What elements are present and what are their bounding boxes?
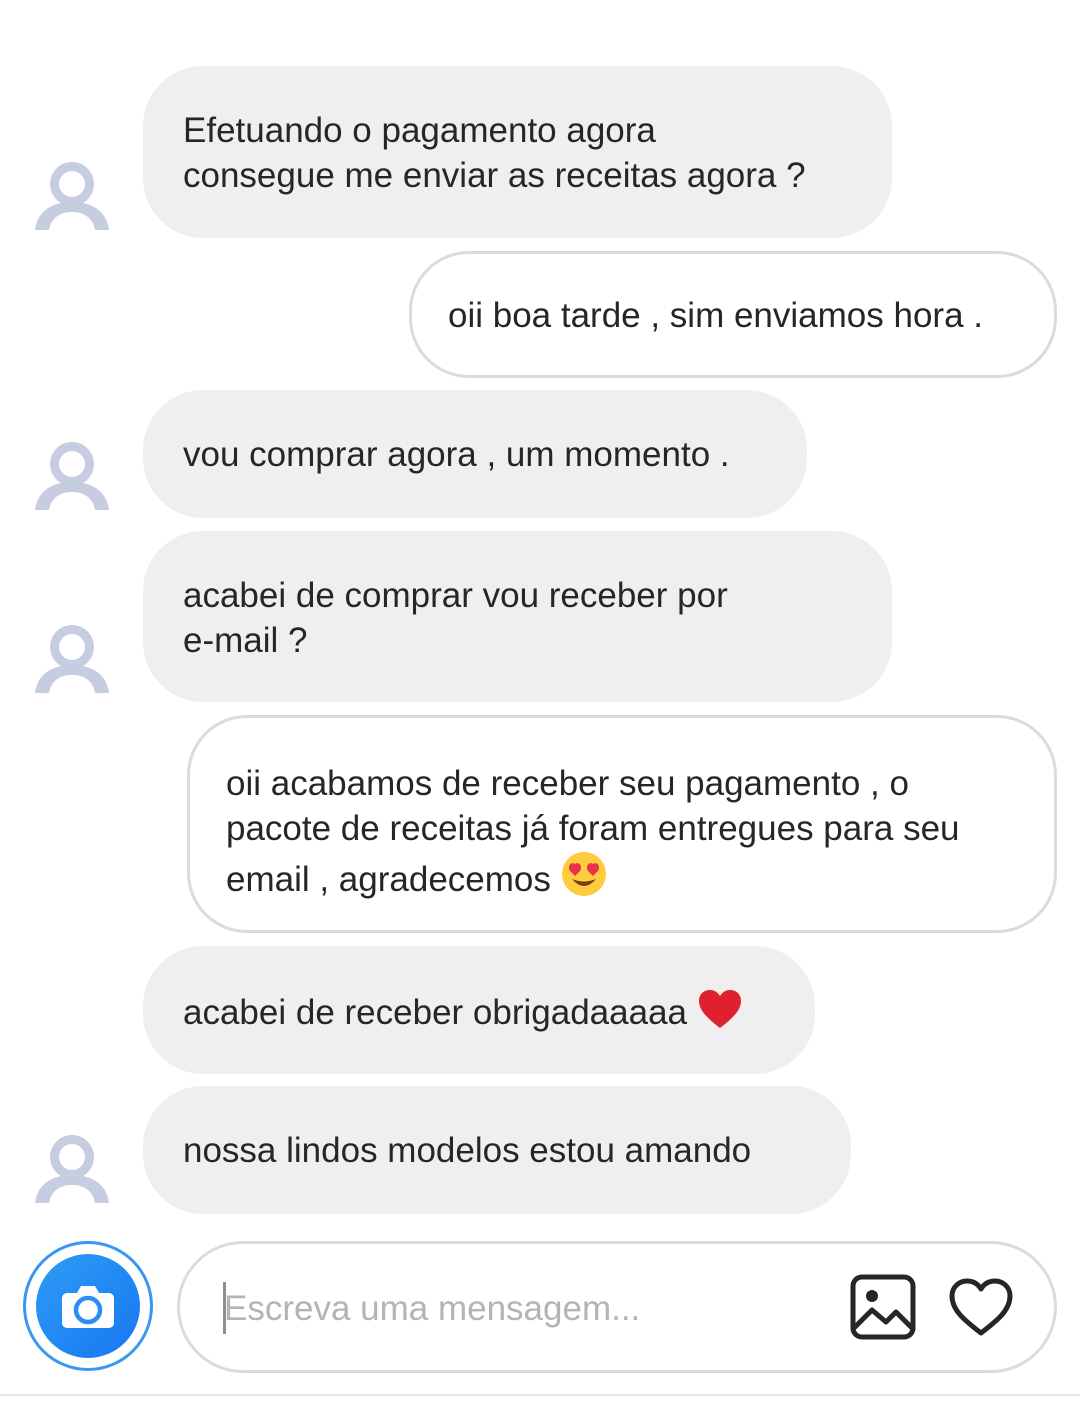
- message-line: e-mail ?: [183, 621, 308, 660]
- message-input[interactable]: Escreva uma mensagem...: [177, 1241, 1057, 1373]
- message-line: oii acabamos de receber seu pagamento , …: [226, 764, 909, 803]
- incoming-message[interactable]: Efetuando o pagamento agora consegue me …: [143, 66, 892, 238]
- message-line: pacote de receitas já foram entregues pa…: [226, 809, 960, 848]
- message-line: acabei de comprar vou receber por: [183, 576, 728, 615]
- incoming-message[interactable]: acabei de comprar vou receber por e-mail…: [143, 531, 892, 702]
- message-thread[interactable]: Efetuando o pagamento agora consegue me …: [0, 0, 1080, 1235]
- incoming-message[interactable]: nossa lindos modelos estou amando: [143, 1086, 851, 1214]
- camera-button[interactable]: [23, 1241, 153, 1371]
- camera-icon: [62, 1286, 114, 1328]
- message-line: email , agradecemos: [226, 860, 551, 899]
- incoming-message[interactable]: vou comprar agora , um momento .: [143, 390, 807, 518]
- message-input-placeholder: Escreva uma mensagem...: [224, 1289, 641, 1328]
- default-avatar-icon[interactable]: [33, 440, 111, 510]
- outgoing-message[interactable]: oii boa tarde , sim enviamos hora .: [409, 251, 1057, 378]
- default-avatar-icon[interactable]: [33, 160, 111, 230]
- default-avatar-icon[interactable]: [33, 623, 111, 693]
- heart-outline-icon[interactable]: [948, 1277, 1014, 1337]
- message-line: nossa lindos modelos estou amando: [183, 1131, 752, 1170]
- heart-eyes-emoji: [561, 852, 606, 896]
- message-line: oii boa tarde , sim enviamos hora .: [448, 296, 983, 335]
- default-avatar-icon[interactable]: [33, 1133, 111, 1203]
- incoming-message[interactable]: acabei de receber obrigadaaaaa: [143, 946, 815, 1074]
- outgoing-message[interactable]: oii acabamos de receber seu pagamento , …: [187, 715, 1057, 933]
- gallery-icon[interactable]: [850, 1274, 916, 1340]
- message-line: acabei de receber obrigadaaaaa: [183, 993, 687, 1032]
- divider: [0, 1394, 1080, 1396]
- message-line: Efetuando o pagamento agora: [183, 111, 656, 150]
- red-heart-emoji: [699, 990, 741, 1028]
- message-line: vou comprar agora , um momento .: [183, 435, 730, 474]
- message-line: consegue me enviar as receitas agora ?: [183, 156, 806, 195]
